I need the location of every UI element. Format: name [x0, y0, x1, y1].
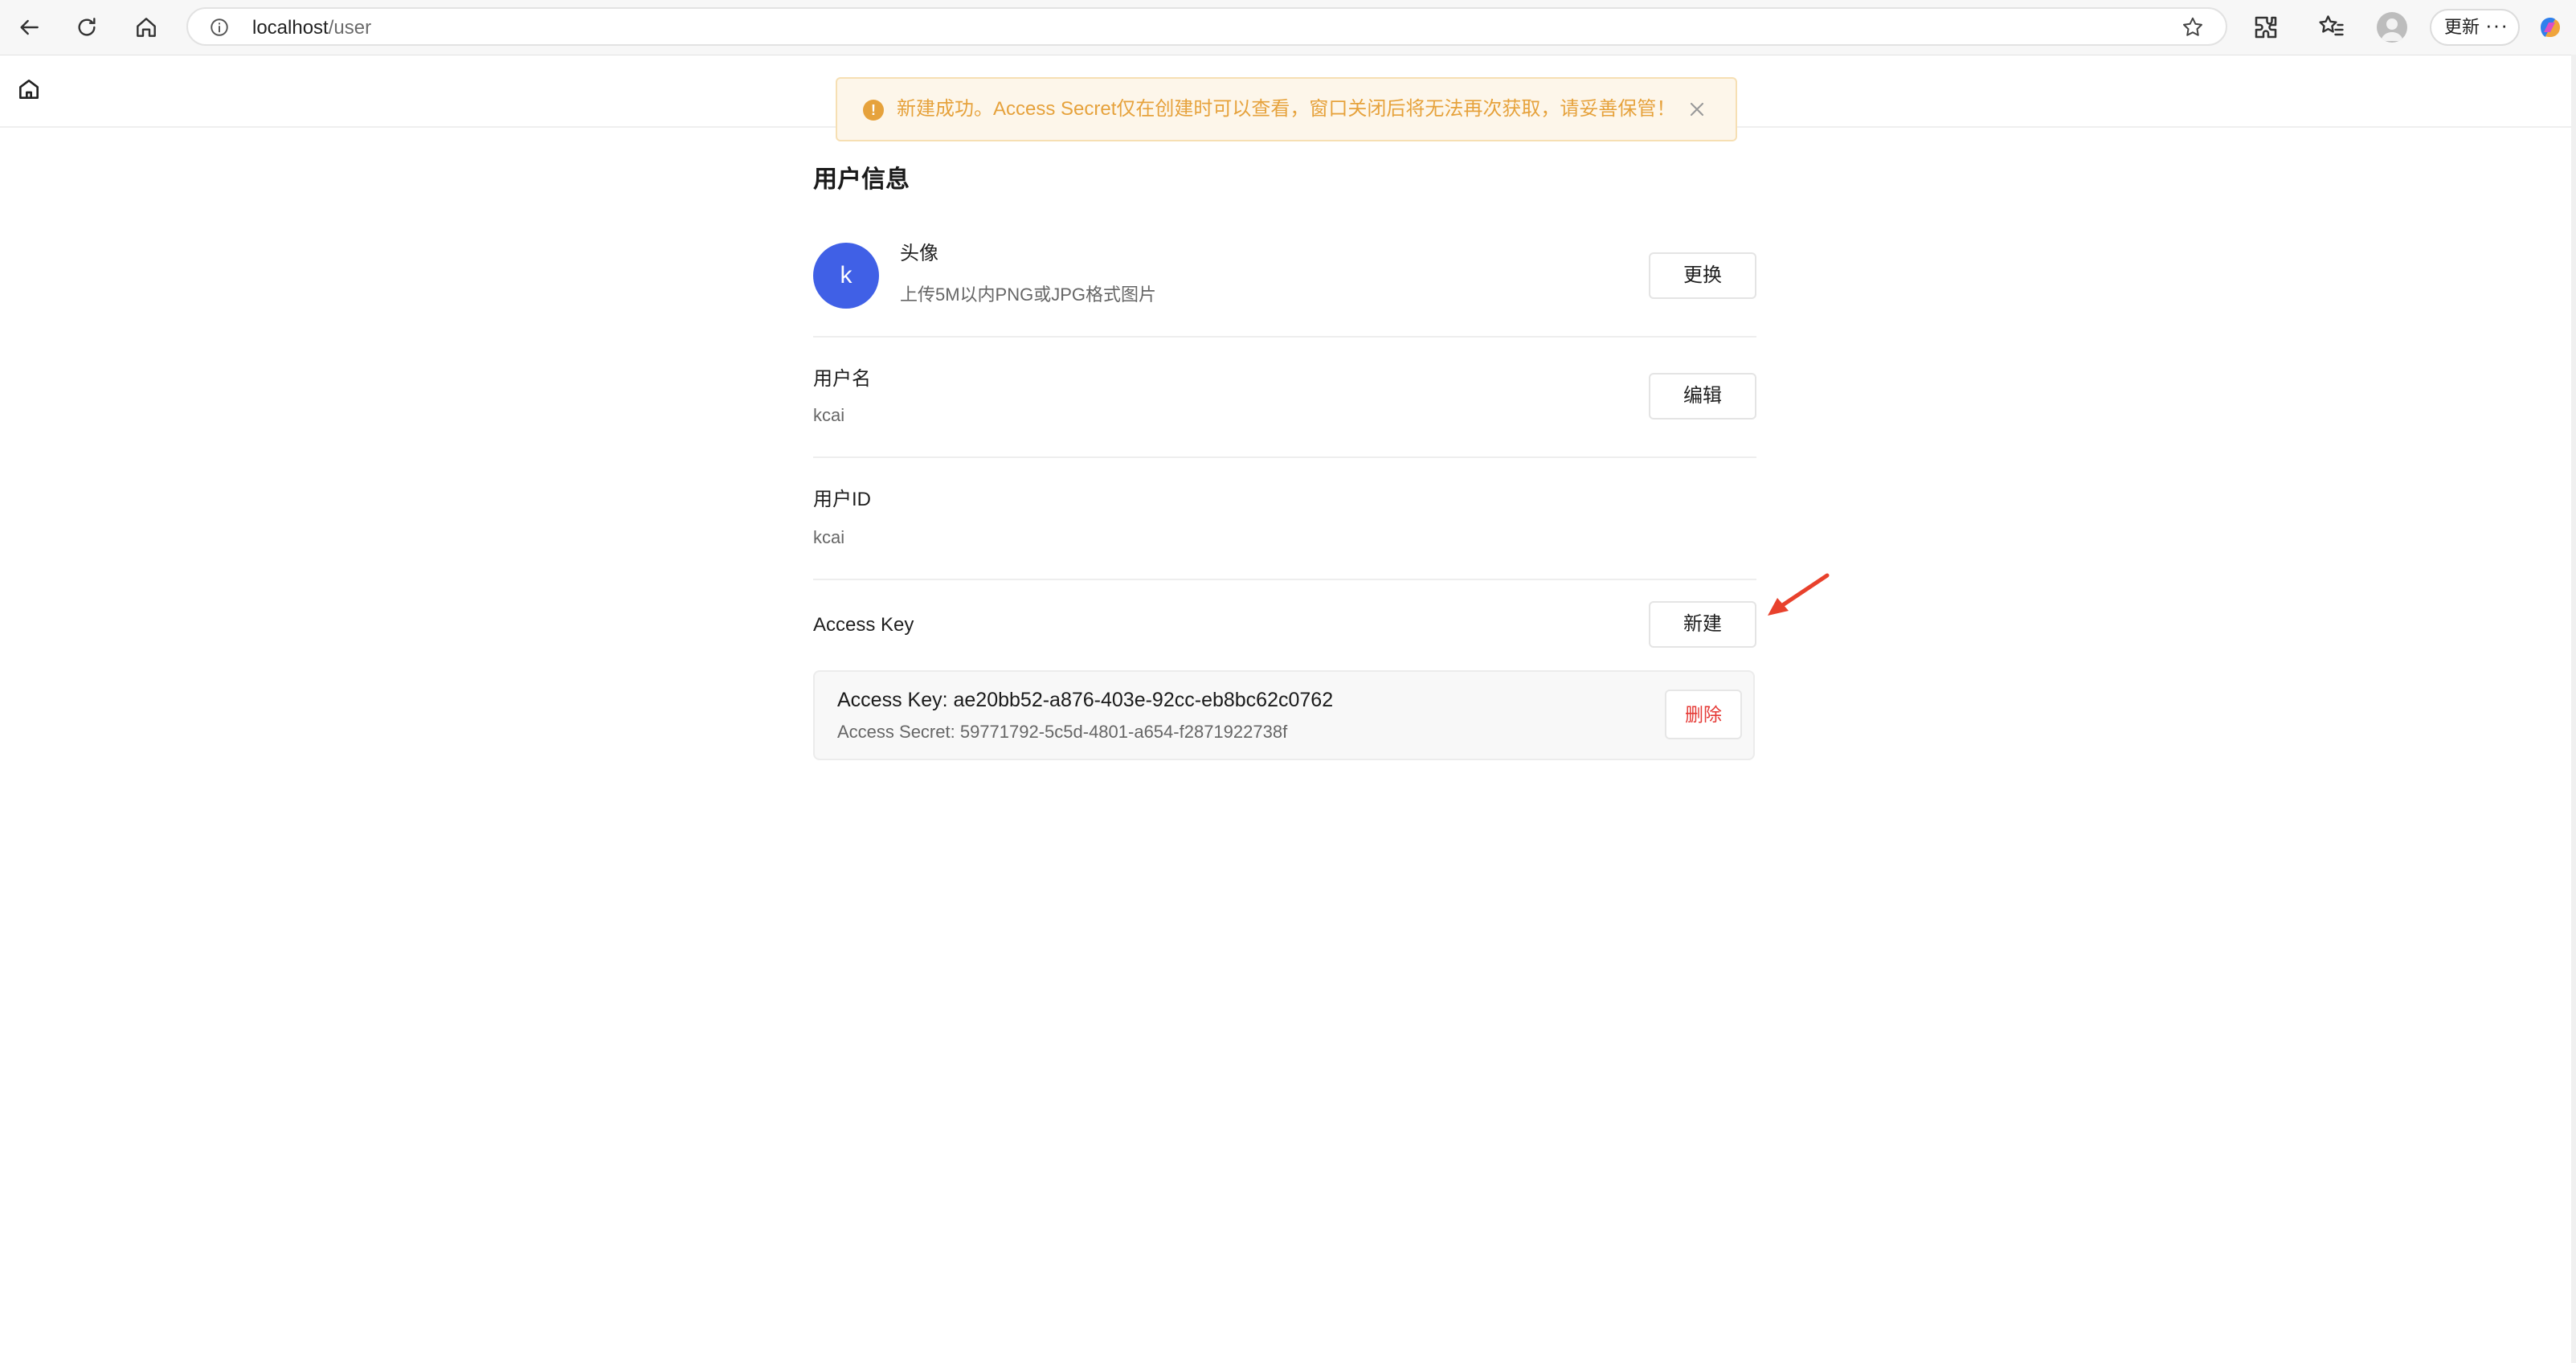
url-text[interactable]: localhost/user — [252, 17, 371, 39]
address-bar[interactable]: localhost/user — [186, 7, 2227, 46]
back-icon[interactable] — [13, 11, 45, 43]
avatar-label: 头像 — [900, 243, 938, 264]
extensions-icon[interactable] — [2251, 13, 2280, 42]
access-key-value: Access Key: ae20bb52-a876-403e-92cc-eb8b… — [837, 689, 1334, 711]
edit-username-button[interactable]: 编辑 — [1649, 373, 1756, 420]
browser-toolbar: localhost/user 更新 ··· — [0, 0, 2576, 55]
access-key-label: Access Key — [813, 614, 914, 636]
home-browser-icon[interactable] — [130, 11, 162, 43]
username-value: kcai — [813, 405, 845, 425]
page-title: 用户信息 — [813, 166, 910, 193]
profile-avatar-icon[interactable] — [2377, 12, 2407, 43]
username-row: 用户名 kcai 编辑 — [813, 336, 1756, 458]
more-menu-icon[interactable]: ··· — [2485, 8, 2509, 42]
avatar-hint: 上传5M以内PNG或JPG格式图片 — [900, 284, 1157, 305]
toast-message: 新建成功。Access Secret仅在创建时可以查看，窗口关闭后将无法再次获取… — [897, 98, 1676, 120]
warning-icon: ! — [863, 100, 884, 121]
user-avatar[interactable]: k — [813, 243, 879, 309]
new-access-key-button[interactable]: 新建 — [1649, 601, 1756, 648]
scrollbar[interactable] — [2571, 55, 2576, 1363]
access-key-row: Access Key 新建 — [813, 579, 1756, 659]
url-host: localhost — [252, 17, 329, 39]
site-info-icon[interactable] — [209, 17, 230, 38]
delete-key-button[interactable]: 删除 — [1665, 690, 1742, 739]
userid-row: 用户ID kcai — [813, 456, 1756, 580]
url-path: /user — [328, 17, 372, 39]
close-icon[interactable] — [1686, 98, 1708, 121]
userid-label: 用户ID — [813, 489, 871, 510]
access-secret-value: Access Secret: 59771792-5c5d-4801-a654-f… — [837, 722, 1288, 742]
home-icon[interactable] — [16, 76, 42, 102]
access-key-card: Access Key: ae20bb52-a876-403e-92cc-eb8b… — [813, 670, 1755, 760]
favorite-star-icon[interactable] — [2181, 15, 2205, 39]
avatar-row: k 头像 上传5M以内PNG或JPG格式图片 更换 — [813, 241, 1756, 338]
favorites-list-icon[interactable] — [2317, 13, 2346, 42]
userid-value: kcai — [813, 527, 845, 547]
annotation-arrow-icon — [1768, 573, 1830, 616]
copilot-icon[interactable] — [2534, 11, 2566, 43]
update-label: 更新 — [2444, 17, 2480, 37]
change-avatar-button[interactable]: 更换 — [1649, 252, 1756, 299]
username-label: 用户名 — [813, 368, 871, 390]
success-toast: ! 新建成功。Access Secret仅在创建时可以查看，窗口关闭后将无法再次… — [836, 77, 1737, 141]
reload-icon[interactable] — [71, 11, 103, 43]
browser-update-button[interactable]: 更新 ··· — [2430, 9, 2520, 46]
